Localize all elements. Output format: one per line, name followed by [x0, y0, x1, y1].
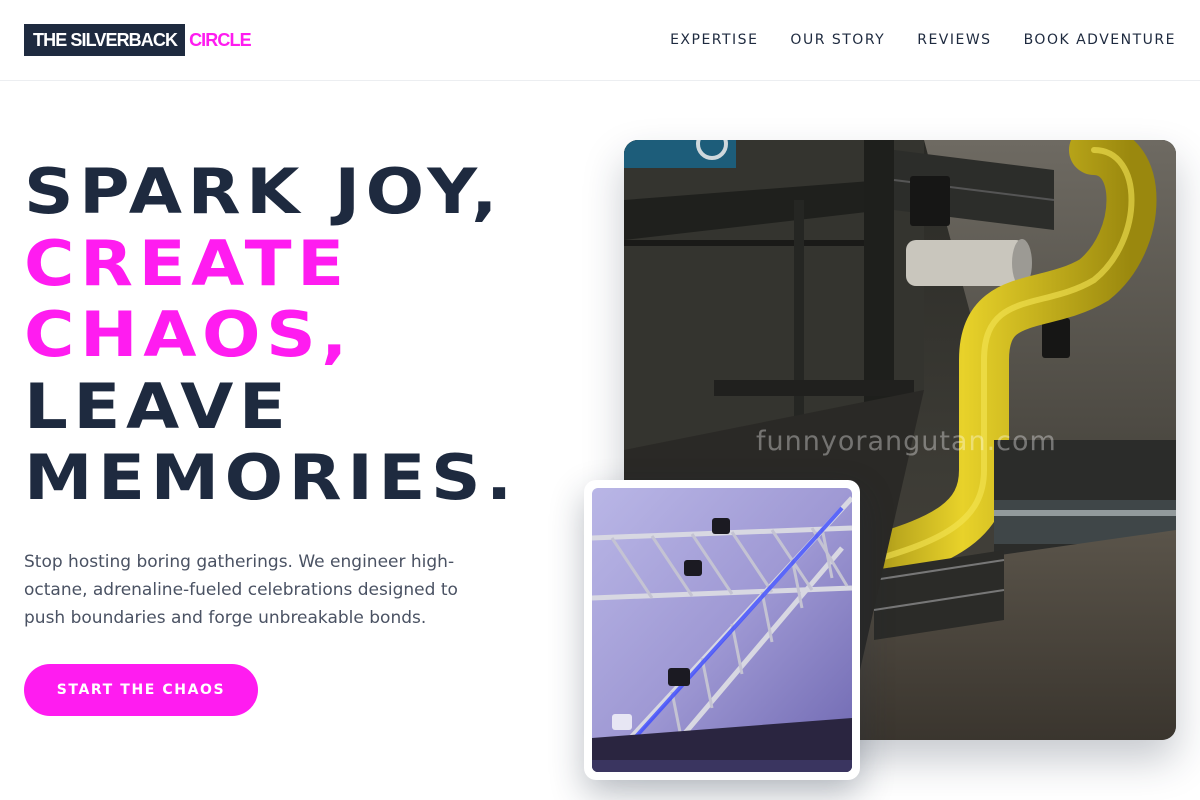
main-image-watermark: funnyorangutan.com [756, 426, 1057, 457]
brand-name-dark: THE SILVERBACK [24, 24, 186, 56]
hero-headline: SPARK JOY, CREATE CHAOS, LEAVE MEMORIES. [24, 156, 518, 514]
headline-line-2: CREATE [24, 226, 350, 300]
headline-line-3: CHAOS, [24, 298, 353, 371]
main-nav: EXPERTISE OUR STORY REVIEWS BOOK ADVENTU… [670, 30, 1176, 50]
headline-line-4: LEAVE [24, 369, 292, 443]
nav-link-our-story[interactable]: OUR STORY [790, 30, 885, 50]
hero-inset-image [592, 488, 852, 772]
nav-link-reviews[interactable]: REVIEWS [917, 30, 991, 50]
lighting-truss-photo [592, 488, 852, 772]
nav-link-book-adventure[interactable]: BOOK ADVENTURE [1024, 30, 1176, 50]
headline-line-5: MEMORIES. [24, 441, 518, 514]
site-header: THE SILVERBACK CIRCLE EXPERTISE OUR STOR… [0, 0, 1200, 81]
brand-logo[interactable]: THE SILVERBACK CIRCLE [24, 24, 252, 56]
hero-subtitle: Stop hosting boring gatherings. We engin… [24, 552, 458, 628]
headline-line-1: SPARK JOY, [24, 155, 503, 228]
brand-name-accent: CIRCLE [189, 29, 252, 50]
start-chaos-button[interactable]: START THE CHAOS [24, 664, 258, 716]
hero-inset-image-frame [584, 480, 860, 780]
nav-link-expertise[interactable]: EXPERTISE [670, 30, 758, 50]
